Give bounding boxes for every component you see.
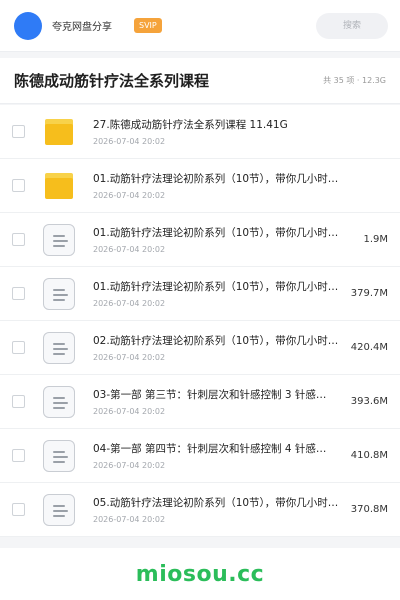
select-checkbox[interactable]	[12, 341, 25, 354]
item-name: 02.动筋针疗法理论初阶系列（10节），带你几小时…	[93, 335, 339, 347]
item-size: 420.4M	[350, 342, 388, 353]
item-date: 2026-07-04 20:02	[93, 353, 166, 362]
list-item[interactable]: 01.动筋针疗法理论初阶系列（10节），带你几小时… 2026-07-04 20…	[0, 267, 400, 321]
item-name: 01.动筋针疗法理论初阶系列（10节），带你几小时…	[93, 281, 339, 293]
item-info: 03-第一部 第三节：针刺层次和针感控制 3 针感… 2026-07-04 20…	[93, 387, 340, 416]
search-input[interactable]	[316, 12, 388, 39]
item-info: 01.动筋针疗法理论初阶系列（10节），带你几小时… 2026-07-04 20…	[93, 279, 340, 308]
document-icon	[39, 439, 79, 472]
list-item[interactable]: 03-第一部 第三节：针刺层次和针感控制 3 针感… 2026-07-04 20…	[0, 375, 400, 429]
item-info: 27.陈德成动筋针疗法全系列课程 11.41G 2026-07-04 20:02	[93, 117, 388, 146]
item-date: 2026-07-04 20:02	[93, 515, 166, 524]
item-date: 2026-07-04 20:02	[93, 407, 166, 416]
list-item[interactable]: 02.动筋针疗法理论初阶系列（10节），带你几小时… 2026-07-04 20…	[0, 321, 400, 375]
select-checkbox[interactable]	[12, 233, 25, 246]
item-date: 2026-07-04 20:02	[93, 245, 166, 254]
item-name: 05.动筋针疗法理论初阶系列（10节），带你几小时…	[93, 497, 339, 509]
page-title: 陈德成动筋针疗法全系列课程	[14, 72, 210, 90]
sharer-name: 夸克网盘分享	[52, 22, 112, 33]
svip-badge: SVIP	[134, 18, 162, 33]
item-name: 01.动筋针疗法理论初阶系列（10节），带你几小时…	[93, 227, 339, 239]
item-size: 410.8M	[350, 450, 388, 461]
select-checkbox[interactable]	[12, 503, 25, 516]
item-size: 1.9M	[363, 234, 388, 245]
document-icon	[39, 277, 79, 310]
file-list: 27.陈德成动筋针疗法全系列课程 11.41G 2026-07-04 20:02…	[0, 105, 400, 537]
item-name: 01.动筋针疗法理论初阶系列（10节），带你几小时…	[93, 173, 339, 185]
item-name: 27.陈德成动筋针疗法全系列课程 11.41G	[93, 119, 288, 131]
item-date: 2026-07-04 20:02	[93, 137, 166, 146]
document-icon	[39, 385, 79, 418]
select-checkbox[interactable]	[12, 179, 25, 192]
document-icon	[39, 223, 79, 256]
item-info: 01.动筋针疗法理论初阶系列（10节），带你几小时… 2026-07-04 20…	[93, 225, 340, 254]
item-name: 04-第一部 第四节：针刺层次和针感控制 4 针感…	[93, 443, 327, 455]
document-icon	[39, 493, 79, 526]
item-date: 2026-07-04 20:02	[93, 191, 166, 200]
list-item[interactable]: 01.动筋针疗法理论初阶系列（10节），带你几小时… 2026-07-04 20…	[0, 159, 400, 213]
item-info: 02.动筋针疗法理论初阶系列（10节），带你几小时… 2026-07-04 20…	[93, 333, 340, 362]
item-date: 2026-07-04 20:02	[93, 299, 166, 308]
select-checkbox[interactable]	[12, 449, 25, 462]
app-header: 夸克网盘分享 SVIP	[0, 0, 400, 52]
item-date: 2026-07-04 20:02	[93, 461, 166, 470]
item-size: 370.8M	[350, 504, 388, 515]
watermark: miosou.cc	[135, 562, 265, 587]
list-item[interactable]: 05.动筋针疗法理论初阶系列（10节），带你几小时… 2026-07-04 20…	[0, 483, 400, 537]
list-item[interactable]: 27.陈德成动筋针疗法全系列课程 11.41G 2026-07-04 20:02	[0, 105, 400, 159]
folder-title-bar: 陈德成动筋针疗法全系列课程 共 35 项 · 12.3G	[0, 58, 400, 104]
item-size: 393.6M	[350, 396, 388, 407]
item-info: 01.动筋针疗法理论初阶系列（10节），带你几小时… 2026-07-04 20…	[93, 171, 388, 200]
list-item[interactable]: 01.动筋针疗法理论初阶系列（10节），带你几小时… 2026-07-04 20…	[0, 213, 400, 267]
avatar[interactable]	[14, 11, 42, 40]
item-size: 379.7M	[350, 288, 388, 299]
item-name: 03-第一部 第三节：针刺层次和针感控制 3 针感…	[93, 389, 327, 401]
select-checkbox[interactable]	[12, 287, 25, 300]
item-info: 04-第一部 第四节：针刺层次和针感控制 4 针感… 2026-07-04 20…	[93, 441, 340, 470]
folder-icon	[39, 118, 79, 145]
folder-icon	[39, 172, 79, 199]
document-icon	[39, 331, 79, 364]
list-item[interactable]: 04-第一部 第四节：针刺层次和针感控制 4 针感… 2026-07-04 20…	[0, 429, 400, 483]
select-checkbox[interactable]	[12, 125, 25, 138]
folder-summary: 共 35 项 · 12.3G	[323, 76, 386, 85]
item-info: 05.动筋针疗法理论初阶系列（10节），带你几小时… 2026-07-04 20…	[93, 495, 340, 524]
select-checkbox[interactable]	[12, 395, 25, 408]
